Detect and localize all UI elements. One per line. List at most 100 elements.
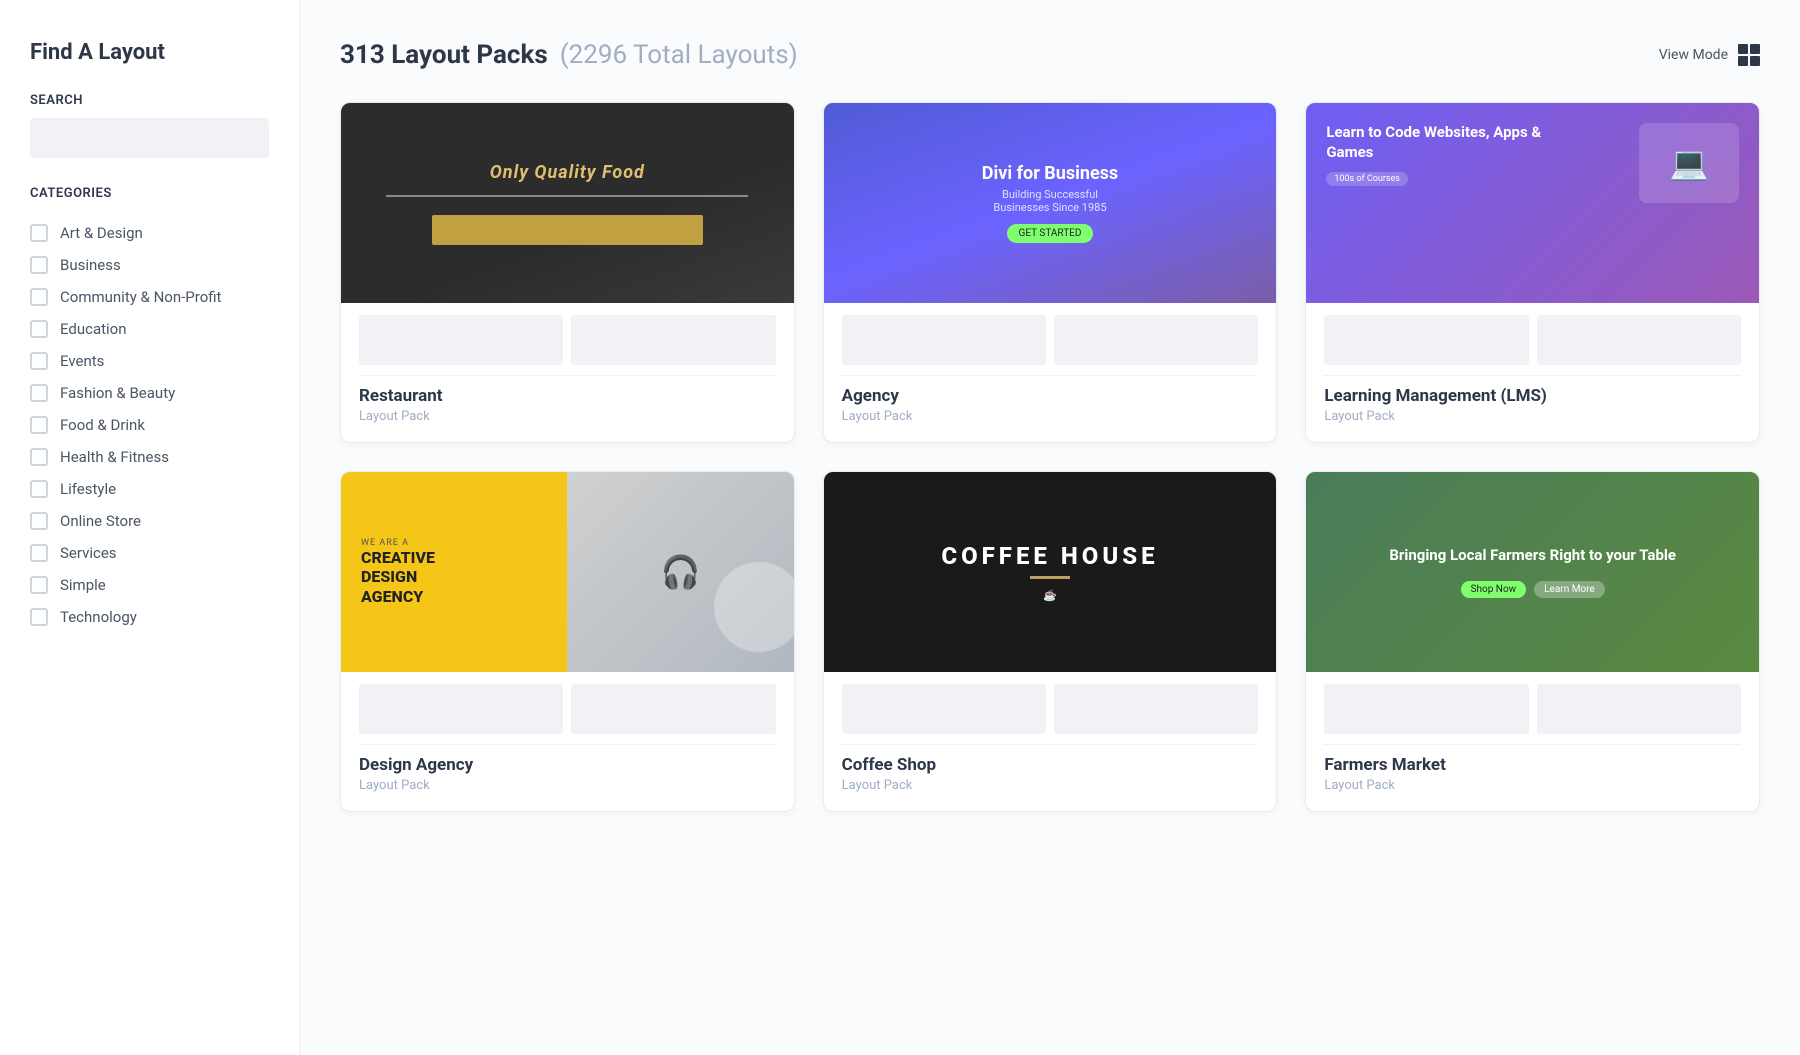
card-bottom-design-agency: Design Agency Layout Pack bbox=[341, 672, 794, 811]
category-name-technology: Technology bbox=[60, 608, 137, 626]
view-mode-label: View Mode bbox=[1659, 47, 1728, 63]
category-name-lifestyle: Lifestyle bbox=[60, 480, 116, 498]
card-info-design-agency: Design Agency Layout Pack bbox=[359, 744, 776, 811]
categories-list: Art & Design Business Community & Non-Pr… bbox=[30, 217, 269, 633]
category-name-services: Services bbox=[60, 544, 117, 562]
layout-card-coffee-shop[interactable]: COFFEE HOUSE ☕ Coffee Shop Layout Pack bbox=[823, 471, 1278, 812]
card-title-design-agency: Design Agency bbox=[359, 755, 776, 775]
layout-card-lms[interactable]: Learn to Code Websites, Apps & Games 100… bbox=[1305, 102, 1760, 443]
category-name-food-drink: Food & Drink bbox=[60, 416, 145, 434]
category-item-technology[interactable]: Technology bbox=[30, 601, 269, 633]
card-bottom-coffee-shop: Coffee Shop Layout Pack bbox=[824, 672, 1277, 811]
card-preview-lms: Learn to Code Websites, Apps & Games 100… bbox=[1306, 103, 1759, 303]
card-thumbnails-lms bbox=[1324, 303, 1741, 375]
category-item-fashion-beauty[interactable]: Fashion & Beauty bbox=[30, 377, 269, 409]
category-checkbox-online-store[interactable] bbox=[30, 512, 48, 530]
card-thumbnails-design-agency bbox=[359, 672, 776, 744]
category-checkbox-simple[interactable] bbox=[30, 576, 48, 594]
card-thumb-1-agency bbox=[842, 315, 1046, 365]
card-info-restaurant: Restaurant Layout Pack bbox=[359, 375, 776, 442]
category-checkbox-lifestyle[interactable] bbox=[30, 480, 48, 498]
card-thumbnails-restaurant bbox=[359, 303, 776, 375]
layout-card-restaurant[interactable]: Only Quality Food Restaurant Layout Pack bbox=[340, 102, 795, 443]
category-name-simple: Simple bbox=[60, 576, 106, 594]
layout-grid: Only Quality Food Restaurant Layout Pack… bbox=[340, 102, 1760, 812]
category-item-food-drink[interactable]: Food & Drink bbox=[30, 409, 269, 441]
card-title-restaurant: Restaurant bbox=[359, 386, 776, 406]
category-checkbox-community-nonprofit[interactable] bbox=[30, 288, 48, 306]
card-thumb-2-farmers-market bbox=[1537, 684, 1741, 734]
search-input[interactable] bbox=[30, 118, 269, 158]
card-title-lms: Learning Management (LMS) bbox=[1324, 386, 1741, 406]
card-info-agency: Agency Layout Pack bbox=[842, 375, 1259, 442]
category-checkbox-health-fitness[interactable] bbox=[30, 448, 48, 466]
layout-card-farmers-market[interactable]: Bringing Local Farmers Right to your Tab… bbox=[1305, 471, 1760, 812]
layout-card-agency[interactable]: Divi for Business Building SuccessfulBus… bbox=[823, 102, 1278, 443]
card-subtitle-design-agency: Layout Pack bbox=[359, 778, 776, 793]
category-name-events: Events bbox=[60, 352, 104, 370]
category-item-art-design[interactable]: Art & Design bbox=[30, 217, 269, 249]
sidebar-title: Find A Layout bbox=[30, 40, 269, 65]
category-checkbox-education[interactable] bbox=[30, 320, 48, 338]
category-item-services[interactable]: Services bbox=[30, 537, 269, 569]
category-checkbox-business[interactable] bbox=[30, 256, 48, 274]
card-thumbnails-farmers-market bbox=[1324, 672, 1741, 744]
category-name-fashion-beauty: Fashion & Beauty bbox=[60, 384, 175, 402]
card-thumb-1-lms bbox=[1324, 315, 1528, 365]
grid-view-icon bbox=[1738, 44, 1760, 66]
category-item-health-fitness[interactable]: Health & Fitness bbox=[30, 441, 269, 473]
card-bottom-restaurant: Restaurant Layout Pack bbox=[341, 303, 794, 442]
card-bottom-agency: Agency Layout Pack bbox=[824, 303, 1277, 442]
layout-count-sub: (2296 Total Layouts) bbox=[560, 40, 798, 70]
card-thumbnails-agency bbox=[842, 303, 1259, 375]
category-checkbox-food-drink[interactable] bbox=[30, 416, 48, 434]
view-mode-toggle[interactable]: View Mode bbox=[1659, 44, 1760, 66]
card-preview-agency: Divi for Business Building SuccessfulBus… bbox=[824, 103, 1277, 303]
search-label: Search bbox=[30, 93, 269, 108]
card-thumb-2-lms bbox=[1537, 315, 1741, 365]
categories-label: Categories bbox=[30, 186, 269, 201]
category-checkbox-events[interactable] bbox=[30, 352, 48, 370]
layout-count: 313 Layout Packs bbox=[340, 40, 548, 70]
search-section: Search bbox=[30, 93, 269, 186]
category-name-online-store: Online Store bbox=[60, 512, 141, 530]
card-subtitle-restaurant: Layout Pack bbox=[359, 409, 776, 424]
category-name-business: Business bbox=[60, 256, 121, 274]
card-preview-design-agency: We are a CREATIVEDESIGNAGENCY 🎧 bbox=[341, 472, 794, 672]
card-thumb-1-restaurant bbox=[359, 315, 563, 365]
category-checkbox-fashion-beauty[interactable] bbox=[30, 384, 48, 402]
card-subtitle-agency: Layout Pack bbox=[842, 409, 1259, 424]
category-item-lifestyle[interactable]: Lifestyle bbox=[30, 473, 269, 505]
main-content: 313 Layout Packs (2296 Total Layouts) Vi… bbox=[300, 0, 1800, 1055]
card-thumb-2-restaurant bbox=[571, 315, 775, 365]
card-bottom-farmers-market: Farmers Market Layout Pack bbox=[1306, 672, 1759, 811]
category-name-art-design: Art & Design bbox=[60, 224, 143, 242]
card-title-coffee-shop: Coffee Shop bbox=[842, 755, 1259, 775]
card-thumb-1-coffee-shop bbox=[842, 684, 1046, 734]
category-item-online-store[interactable]: Online Store bbox=[30, 505, 269, 537]
category-item-community-nonprofit[interactable]: Community & Non-Profit bbox=[30, 281, 269, 313]
category-checkbox-services[interactable] bbox=[30, 544, 48, 562]
card-subtitle-coffee-shop: Layout Pack bbox=[842, 778, 1259, 793]
category-item-events[interactable]: Events bbox=[30, 345, 269, 377]
card-thumb-2-agency bbox=[1054, 315, 1258, 365]
sidebar: Find A Layout Search Categories Art & De… bbox=[0, 0, 300, 1055]
category-item-education[interactable]: Education bbox=[30, 313, 269, 345]
card-bottom-lms: Learning Management (LMS) Layout Pack bbox=[1306, 303, 1759, 442]
category-item-business[interactable]: Business bbox=[30, 249, 269, 281]
category-item-simple[interactable]: Simple bbox=[30, 569, 269, 601]
category-name-community-nonprofit: Community & Non-Profit bbox=[60, 288, 221, 306]
card-info-farmers-market: Farmers Market Layout Pack bbox=[1324, 744, 1741, 811]
category-checkbox-technology[interactable] bbox=[30, 608, 48, 626]
category-checkbox-art-design[interactable] bbox=[30, 224, 48, 242]
card-title-agency: Agency bbox=[842, 386, 1259, 406]
card-subtitle-farmers-market: Layout Pack bbox=[1324, 778, 1741, 793]
card-info-lms: Learning Management (LMS) Layout Pack bbox=[1324, 375, 1741, 442]
card-thumb-2-design-agency bbox=[571, 684, 775, 734]
layout-card-design-agency[interactable]: We are a CREATIVEDESIGNAGENCY 🎧 Design A… bbox=[340, 471, 795, 812]
layout-count-container: 313 Layout Packs (2296 Total Layouts) bbox=[340, 40, 798, 70]
card-preview-coffee-shop: COFFEE HOUSE ☕ bbox=[824, 472, 1277, 672]
category-name-education: Education bbox=[60, 320, 127, 338]
card-thumb-1-design-agency bbox=[359, 684, 563, 734]
card-info-coffee-shop: Coffee Shop Layout Pack bbox=[842, 744, 1259, 811]
